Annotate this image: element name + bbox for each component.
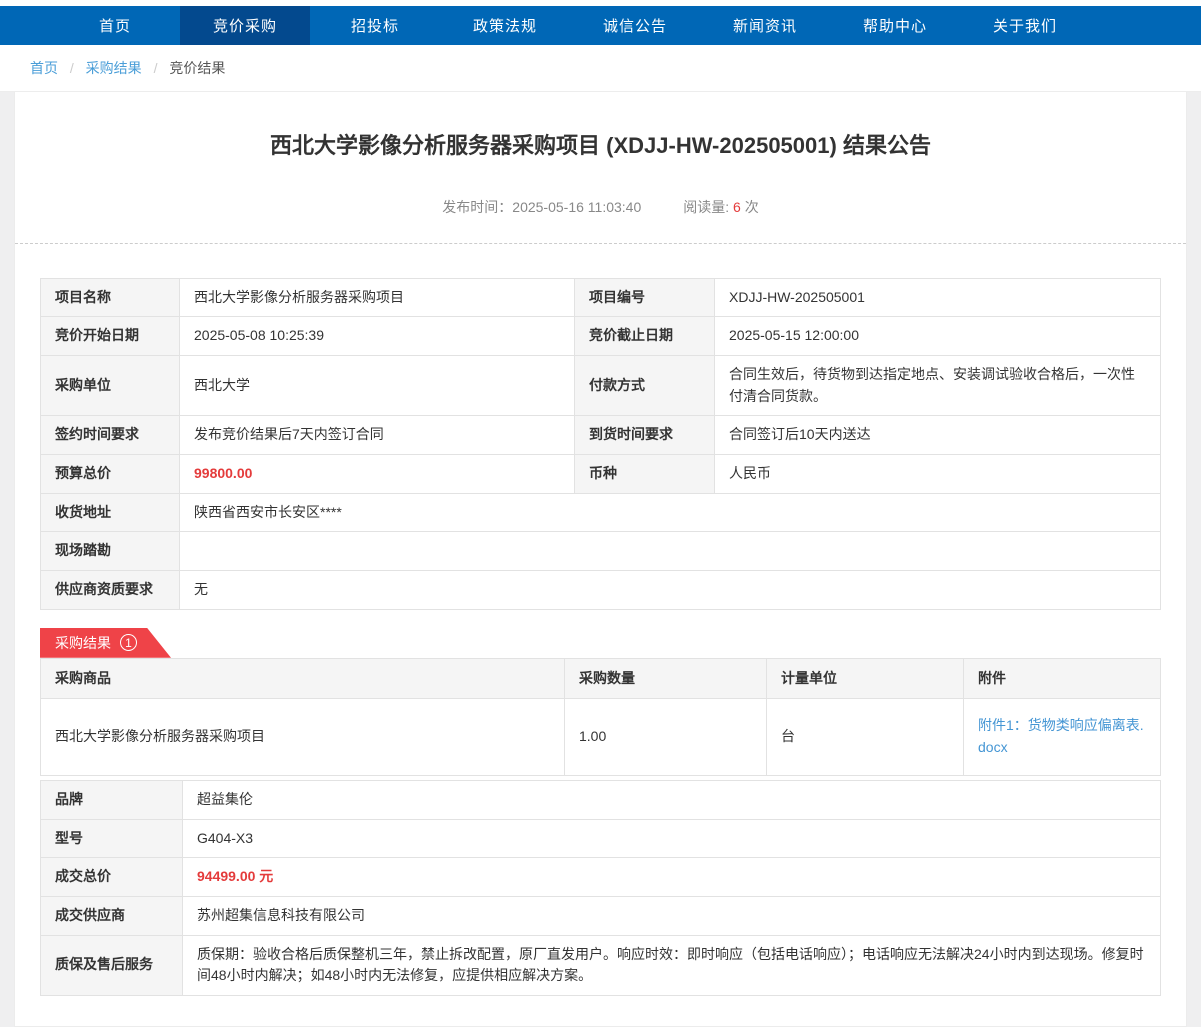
info-value bbox=[180, 532, 1161, 571]
table-row: 供应商资质要求 无 bbox=[41, 571, 1161, 610]
column-header-attachment: 附件 bbox=[964, 658, 1161, 699]
info-label: 现场踏勘 bbox=[41, 532, 180, 571]
info-value: 2025-05-15 12:00:00 bbox=[715, 317, 1161, 356]
nav-item-policies[interactable]: 政策法规 bbox=[440, 6, 570, 45]
table-row: 品牌 超益集伦 bbox=[41, 780, 1161, 819]
nav-item-help-center[interactable]: 帮助中心 bbox=[830, 6, 960, 45]
info-value: 合同签订后10天内送达 bbox=[715, 416, 1161, 455]
breadcrumb-current-page: 竞价结果 bbox=[169, 60, 225, 76]
table-row: 成交供应商 苏州超集信息科技有限公司 bbox=[41, 896, 1161, 935]
nav-item-home[interactable]: 首页 bbox=[50, 6, 180, 45]
table-row: 预算总价 99800.00 币种 人民币 bbox=[41, 455, 1161, 494]
result-unit: 台 bbox=[767, 699, 964, 775]
page-title: 西北大学影像分析服务器采购项目 (XDJJ-HW-202505001) 结果公告 bbox=[15, 92, 1186, 161]
nav-item-about-us[interactable]: 关于我们 bbox=[960, 6, 1090, 45]
table-row: 质保及售后服务 质保期：验收合格后质保整机三年，禁止拆改配置，原厂直发用户。响应… bbox=[41, 935, 1161, 995]
info-label: 采购单位 bbox=[41, 355, 180, 415]
table-row: 成交总价 94499.00 元 bbox=[41, 858, 1161, 897]
detail-value: 超益集伦 bbox=[183, 780, 1161, 819]
info-value: 无 bbox=[180, 571, 1161, 610]
info-label: 项目编号 bbox=[575, 278, 715, 317]
result-attachment-cell: 附件1：货物类响应偏离表.docx bbox=[964, 699, 1161, 775]
breadcrumb-purchase-results-link[interactable]: 采购结果 bbox=[86, 60, 142, 76]
info-value: 人民币 bbox=[715, 455, 1161, 494]
breadcrumb-separator: / bbox=[70, 60, 74, 76]
budget-total-price: 99800.00 bbox=[180, 455, 575, 494]
main-nav: 首页 竞价采购 招投标 政策法规 诚信公告 新闻资讯 帮助中心 关于我们 bbox=[0, 6, 1201, 45]
result-product: 西北大学影像分析服务器采购项目 bbox=[41, 699, 565, 775]
publish-time-value: 2025-05-16 11:03:40 bbox=[512, 199, 641, 215]
info-value: 2025-05-08 10:25:39 bbox=[180, 317, 575, 356]
deal-detail-table: 品牌 超益集伦 型号 G404-X3 成交总价 94499.00 元 成交供应商… bbox=[40, 780, 1161, 996]
info-label: 收货地址 bbox=[41, 493, 180, 532]
nav-item-bidding-purchase[interactable]: 竞价采购 bbox=[180, 6, 310, 45]
table-row: 竞价开始日期 2025-05-08 10:25:39 竞价截止日期 2025-0… bbox=[41, 317, 1161, 356]
article-meta: 发布时间：2025-05-16 11:03:40 阅读量: 6 次 bbox=[15, 197, 1186, 217]
detail-label: 型号 bbox=[41, 819, 183, 858]
column-header-product: 采购商品 bbox=[41, 658, 565, 699]
publish-time-label: 发布时间： bbox=[442, 199, 512, 215]
table-row: 采购单位 西北大学 付款方式 合同生效后，待货物到达指定地点、安装调试验收合格后… bbox=[41, 355, 1161, 415]
views-count: 6 bbox=[733, 199, 741, 215]
info-label: 供应商资质要求 bbox=[41, 571, 180, 610]
info-label: 付款方式 bbox=[575, 355, 715, 415]
deal-total-price: 94499.00 元 bbox=[183, 858, 1161, 897]
table-row: 签约时间要求 发布竞价结果后7天内签订合同 到货时间要求 合同签订后10天内送达 bbox=[41, 416, 1161, 455]
detail-value: G404-X3 bbox=[183, 819, 1161, 858]
dashed-divider bbox=[15, 243, 1186, 244]
nav-item-tendering[interactable]: 招投标 bbox=[310, 6, 440, 45]
attachment-link[interactable]: 附件1：货物类响应偏离表.docx bbox=[978, 717, 1144, 755]
info-label: 竞价开始日期 bbox=[41, 317, 180, 356]
result-badge-count: 1 bbox=[120, 634, 137, 651]
table-row: 西北大学影像分析服务器采购项目 1.00 台 附件1：货物类响应偏离表.docx bbox=[41, 699, 1161, 775]
table-row: 型号 G404-X3 bbox=[41, 819, 1161, 858]
info-value: 发布竞价结果后7天内签订合同 bbox=[180, 416, 575, 455]
info-value: 西北大学影像分析服务器采购项目 bbox=[180, 278, 575, 317]
detail-label: 成交总价 bbox=[41, 858, 183, 897]
announcement-card: 西北大学影像分析服务器采购项目 (XDJJ-HW-202505001) 结果公告… bbox=[14, 92, 1187, 1027]
info-label: 项目名称 bbox=[41, 278, 180, 317]
info-label: 竞价截止日期 bbox=[575, 317, 715, 356]
nav-item-integrity-notices[interactable]: 诚信公告 bbox=[570, 6, 700, 45]
views-label: 阅读量: bbox=[683, 199, 729, 215]
views-unit: 次 bbox=[745, 199, 759, 215]
info-value: 西北大学 bbox=[180, 355, 575, 415]
result-badge-label: 采购结果 bbox=[55, 633, 111, 653]
table-header-row: 采购商品 采购数量 计量单位 附件 bbox=[41, 658, 1161, 699]
info-label: 预算总价 bbox=[41, 455, 180, 494]
info-label: 签约时间要求 bbox=[41, 416, 180, 455]
result-table: 采购商品 采购数量 计量单位 附件 西北大学影像分析服务器采购项目 1.00 台… bbox=[40, 658, 1161, 776]
detail-label: 成交供应商 bbox=[41, 896, 183, 935]
column-header-quantity: 采购数量 bbox=[565, 658, 767, 699]
info-label: 到货时间要求 bbox=[575, 416, 715, 455]
table-row: 项目名称 西北大学影像分析服务器采购项目 项目编号 XDJJ-HW-202505… bbox=[41, 278, 1161, 317]
table-row: 现场踏勘 bbox=[41, 532, 1161, 571]
breadcrumb: 首页 / 采购结果 / 竞价结果 bbox=[0, 45, 1201, 92]
info-label: 币种 bbox=[575, 455, 715, 494]
detail-label: 品牌 bbox=[41, 780, 183, 819]
detail-value: 苏州超集信息科技有限公司 bbox=[183, 896, 1161, 935]
result-quantity: 1.00 bbox=[565, 699, 767, 775]
breadcrumb-home-link[interactable]: 首页 bbox=[30, 60, 58, 76]
project-info-table: 项目名称 西北大学影像分析服务器采购项目 项目编号 XDJJ-HW-202505… bbox=[40, 278, 1161, 610]
info-value: 合同生效后，待货物到达指定地点、安装调试验收合格后，一次性付清合同货款。 bbox=[715, 355, 1161, 415]
detail-label: 质保及售后服务 bbox=[41, 935, 183, 995]
detail-value: 质保期：验收合格后质保整机三年，禁止拆改配置，原厂直发用户。响应时效：即时响应（… bbox=[183, 935, 1161, 995]
result-badge: 采购结果 1 bbox=[40, 628, 171, 658]
nav-item-news[interactable]: 新闻资讯 bbox=[700, 6, 830, 45]
table-row: 收货地址 陕西省西安市长安区**** bbox=[41, 493, 1161, 532]
info-value: 陕西省西安市长安区**** bbox=[180, 493, 1161, 532]
column-header-unit: 计量单位 bbox=[767, 658, 964, 699]
breadcrumb-separator: / bbox=[154, 60, 158, 76]
info-value: XDJJ-HW-202505001 bbox=[715, 278, 1161, 317]
